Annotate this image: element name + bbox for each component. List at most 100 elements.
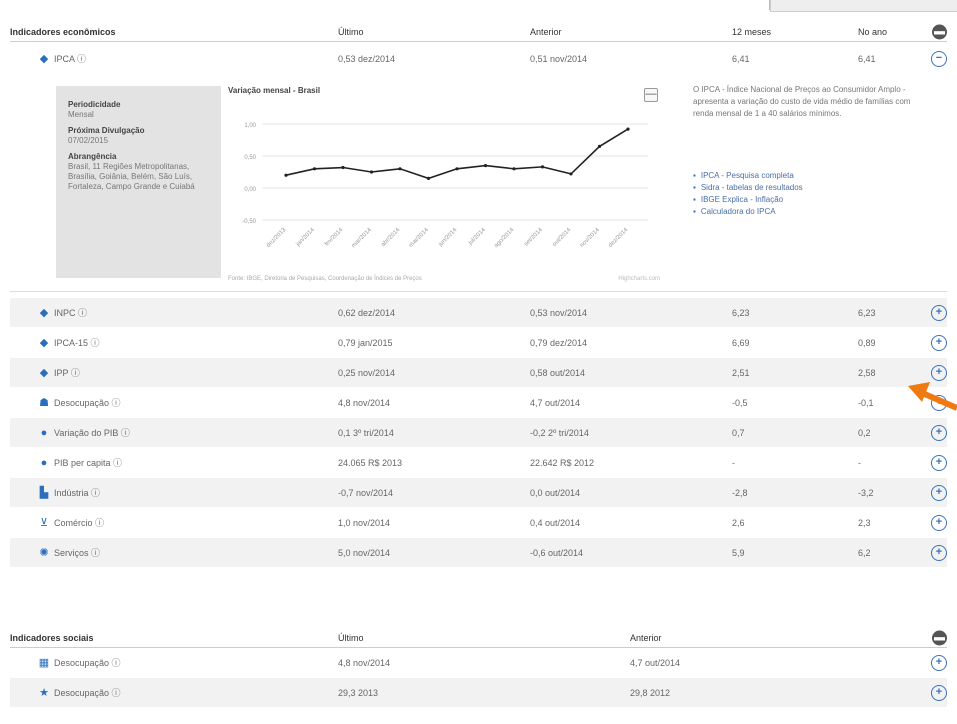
- table-row[interactable]: ◆ INPC ⓘ 0,62 dez/2014 0,53 nov/2014 6,2…: [10, 298, 947, 328]
- header-last: Último: [338, 632, 364, 643]
- chart-point: [569, 172, 573, 176]
- row-previous: 0,58 out/2014: [530, 367, 586, 378]
- row-name[interactable]: Desocupação ⓘ: [54, 656, 121, 669]
- minimize-chart-button[interactable]: —: [644, 88, 658, 102]
- row-name[interactable]: Desocupação ⓘ: [54, 686, 121, 699]
- chart-x-tick-label: mai/2014: [408, 227, 430, 249]
- chart-y-tick-label: 1,00: [244, 123, 256, 129]
- chart-point: [341, 165, 345, 170]
- row-12-months: 2,6: [732, 517, 745, 528]
- chart-y-tick-label: 0,00: [244, 187, 256, 193]
- expand-button[interactable]: +: [931, 684, 947, 701]
- row-name[interactable]: Comércio ⓘ: [54, 516, 104, 529]
- link-sidra[interactable]: Sidra - tabelas de resultados: [693, 182, 933, 194]
- expand-button[interactable]: +: [931, 364, 947, 381]
- chart-point: [455, 167, 459, 171]
- chart-x-tick-label: dez/2014: [608, 227, 630, 249]
- chart-x-tick-label: out/2014: [552, 227, 573, 248]
- economic-indicators-rows: ◆ INPC ⓘ 0,62 dez/2014 0,53 nov/2014 6,2…: [10, 298, 947, 568]
- row-name[interactable]: IPP ⓘ: [54, 366, 80, 379]
- row-previous: -0,2 2º tri/2014: [530, 427, 589, 438]
- row-last: 0,53 dez/2014: [338, 53, 396, 64]
- row-name[interactable]: IPCA-15 ⓘ: [54, 336, 100, 349]
- coverage-value: Brasil, 11 Regiões Metropolitanas, Brasí…: [68, 162, 195, 191]
- row-name[interactable]: INPC ⓘ: [54, 306, 87, 319]
- table-row[interactable]: ◆ IPCA-15 ⓘ 0,79 jan/2015 0,79 dez/2014 …: [10, 328, 947, 358]
- row-year: 6,23: [858, 307, 876, 318]
- expand-button[interactable]: +: [931, 544, 947, 561]
- table-row[interactable]: ◆ IPP ⓘ 0,25 nov/2014 0,58 out/2014 2,51…: [10, 358, 947, 388]
- chart-y-tick-label: -0,50: [242, 219, 256, 225]
- next-release-label: Próxima Divulgação: [68, 126, 145, 135]
- row-12-months: 0,7: [732, 427, 745, 438]
- table-row[interactable]: ▙ Indústria ⓘ -0,7 nov/2014 0,0 out/2014…: [10, 478, 947, 508]
- row-name[interactable]: PIB per capita ⓘ: [54, 456, 122, 469]
- row-name[interactable]: IPCA ⓘ: [54, 52, 86, 65]
- row-year: 0,2: [858, 427, 871, 438]
- table-row[interactable]: ● PIB per capita ⓘ 24.065 R$ 2013 22.642…: [10, 448, 947, 478]
- table-row[interactable]: ★ Desocupação ⓘ 29,3 2013 29,8 2012 +: [10, 678, 947, 708]
- row-last: 0,1 3º tri/2014: [338, 427, 394, 438]
- chart-x-tick-label: dez/2013: [266, 227, 288, 249]
- top-right-panel: [770, 0, 957, 12]
- header-12-months: 12 meses: [732, 26, 772, 37]
- ipca-description: O IPCA - Índice Nacional de Preços ao Co…: [693, 85, 911, 118]
- chart-point: [398, 167, 402, 171]
- calculator-icon: ◆: [39, 367, 49, 379]
- chart-source: Fonte: IBGE, Diretoria de Pesquisas, Coo…: [228, 276, 422, 282]
- expand-button[interactable]: +: [931, 304, 947, 321]
- table-row[interactable]: ✺ Serviços ⓘ 5,0 nov/2014 -0,6 out/2014 …: [10, 538, 947, 568]
- expand-button[interactable]: +: [931, 484, 947, 501]
- row-12-months: -2,8: [732, 487, 748, 498]
- chart-point: [540, 165, 545, 169]
- table-row[interactable]: ◆ IPCA ⓘ 0,53 dez/2014 0,51 nov/2014 6,4…: [10, 42, 947, 76]
- row-year: -0,1: [858, 397, 874, 408]
- row-12-months: 6,69: [732, 337, 750, 348]
- row-12-months: 6,41: [732, 53, 750, 64]
- row-name[interactable]: Desocupação ⓘ: [54, 396, 121, 409]
- table-row[interactable]: ▦ Desocupação ⓘ 4,8 nov/2014 4,7 out/201…: [10, 648, 947, 678]
- row-name[interactable]: Variação do PIB ⓘ: [54, 426, 130, 439]
- chart-point: [369, 170, 374, 174]
- chart-x-tick-label: abr/2014: [380, 227, 401, 248]
- expand-button[interactable]: +: [931, 334, 947, 351]
- periodicity-value: Mensal: [68, 110, 94, 119]
- expand-button[interactable]: +: [931, 514, 947, 531]
- row-12-months: -: [732, 457, 735, 468]
- row-previous: 0,4 out/2014: [530, 517, 581, 528]
- periodicity-label: Periodicidade: [68, 100, 121, 109]
- print-icon[interactable]: ▬: [932, 630, 947, 645]
- table-row[interactable]: ⊻ Comércio ⓘ 1,0 nov/2014 0,4 out/2014 2…: [10, 508, 947, 538]
- expand-button[interactable]: +: [931, 454, 947, 471]
- header-name: Indicadores econômicos: [10, 26, 116, 37]
- link-calculator[interactable]: Calculadora do IPCA: [693, 206, 933, 218]
- chart-x-tick-label: mar/2014: [351, 227, 374, 250]
- row-previous: 0,53 nov/2014: [530, 307, 588, 318]
- cart-icon: ⊻: [39, 517, 49, 529]
- row-previous: 4,7 out/2014: [530, 397, 581, 408]
- ipca-details-panel: Periodicidade Mensal Próxima Divulgação …: [10, 78, 947, 292]
- row-last: 5,0 nov/2014: [338, 547, 391, 558]
- expand-button[interactable]: +: [931, 654, 947, 671]
- row-name[interactable]: Indústria ⓘ: [54, 486, 100, 499]
- row-name[interactable]: Serviços ⓘ: [54, 546, 100, 559]
- link-ibge-explica[interactable]: IBGE Explica - Inflação: [693, 194, 933, 206]
- row-year: 2,3: [858, 517, 871, 528]
- expand-button[interactable]: +: [931, 424, 947, 441]
- collapse-button[interactable]: −: [931, 50, 947, 67]
- row-year: 0,89: [858, 337, 876, 348]
- print-icon[interactable]: ▬: [932, 24, 947, 39]
- chart-x-tick-label: jan/2014: [295, 227, 317, 249]
- table-row[interactable]: ● Variação do PIB ⓘ 0,1 3º tri/2014 -0,2…: [10, 418, 947, 448]
- row-previous: 4,7 out/2014: [630, 657, 681, 668]
- header-year: No ano: [858, 26, 888, 37]
- row-last: 4,8 nov/2014: [338, 397, 391, 408]
- chart-point: [626, 127, 630, 131]
- people-icon: ☗: [39, 397, 49, 409]
- row-previous: 0,0 out/2014: [530, 487, 581, 498]
- row-year: -3,2: [858, 487, 874, 498]
- money-bag-icon: ●: [40, 456, 48, 469]
- table-row[interactable]: ☗ Desocupação ⓘ 4,8 nov/2014 4,7 out/201…: [10, 388, 947, 418]
- chart-point: [426, 176, 431, 180]
- link-full-survey[interactable]: IPCA - Pesquisa completa: [693, 170, 933, 182]
